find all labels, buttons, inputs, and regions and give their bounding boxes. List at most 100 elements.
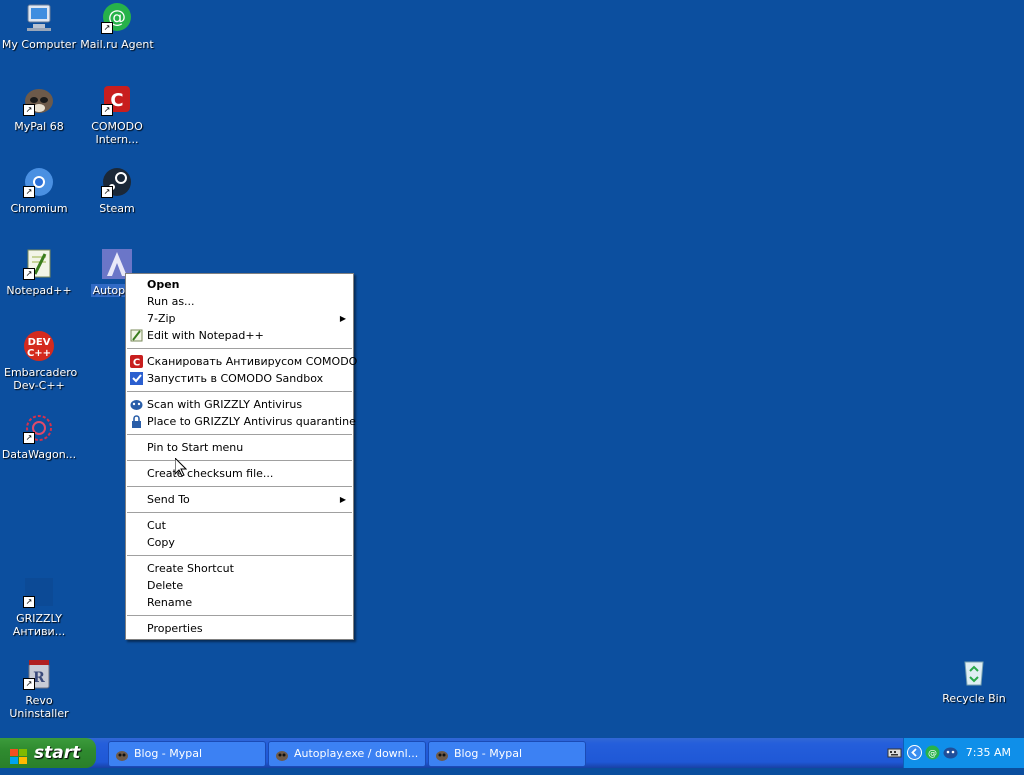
desktop-icon-devcpp[interactable]: DEV C++ Embarcadero Dev-C++ [0,330,78,392]
desktop-icon-label: Embarcadero Dev-C++ [4,366,78,392]
desktop-icon-notepadpp[interactable]: ↗ Notepad++ [0,248,78,297]
desktop-icon-steam[interactable]: ↗ Steam [78,166,156,215]
shortcut-arrow-icon: ↗ [23,596,35,608]
menu-item-scan-grizzly[interactable]: Scan with GRIZZLY Antivirus [126,396,353,413]
shortcut-arrow-icon: ↗ [23,268,35,280]
menu-item-send-to[interactable]: Send To ▶ [126,491,353,508]
submenu-arrow-icon: ▶ [339,495,346,504]
desktop-icon-label: Revo Uninstaller [9,694,69,720]
lock-icon [130,415,143,428]
revo-icon: R ↗ [23,658,55,690]
desktop-icon-grizzly[interactable]: ↗ GRIZZLY Антиви... [0,576,78,638]
system-tray: @ 7:35 AM [903,738,1024,768]
notepadpp-icon [130,329,143,342]
menu-item-copy[interactable]: Copy [126,534,353,551]
desktop-icon-label: My Computer [1,38,77,51]
desktop-icon-datawagon[interactable]: ↗ DataWagon... [0,412,78,461]
grizzly-tray-icon[interactable] [943,745,958,760]
menu-item-rename[interactable]: Rename [126,594,353,611]
desktop-icon-revo[interactable]: R ↗ Revo Uninstaller [0,658,78,720]
notepadpp-icon: ↗ [23,248,55,280]
menu-separator [127,460,352,461]
start-button[interactable]: start [0,738,96,768]
desktop-icon-recycle-bin[interactable]: Recycle Bin [935,656,1013,705]
menu-item-run-as[interactable]: Run as... [126,293,353,310]
desktop-icon-label: Recycle Bin [942,692,1006,705]
submenu-arrow-icon: ▶ [339,314,346,323]
comodo-icon: C [130,355,143,369]
desktop-icon-label: COMODO Intern... [91,120,143,146]
taskbar: start Blog - Mypal Autoplay.exe / downl.… [0,738,1024,768]
shortcut-arrow-icon: ↗ [23,678,35,690]
menu-item-open[interactable]: Open [126,276,353,293]
shortcut-arrow-icon: ↗ [101,186,113,198]
svg-text:C++: C++ [27,348,51,359]
desktop-icon-comodo[interactable]: C ↗ COMODO Intern... [78,84,156,146]
desktop: My Computer @ ↗ Mail.ru Agent ↗ MyPal 68… [0,0,1024,738]
clock[interactable]: 7:35 AM [966,738,1011,768]
context-menu: Open Run as... 7-Zip ▶ Edit with Notepad+… [125,273,357,640]
desktop-icon-label: Mail.ru Agent [80,38,154,51]
menu-separator [127,434,352,435]
mypal-icon [275,747,289,761]
menu-item-cut[interactable]: Cut [126,517,353,534]
menu-separator [127,512,352,513]
mypal-icon [115,747,129,761]
menu-item-scan-comodo[interactable]: C Сканировать Антивирусом COMODO [126,353,357,370]
menu-item-delete[interactable]: Delete [126,577,353,594]
my-computer-icon [23,2,55,34]
desktop-icon-mailru-agent[interactable]: @ ↗ Mail.ru Agent [78,2,156,51]
svg-text:C: C [133,358,140,369]
desktop-icon-label: Chromium [10,202,68,215]
grizzly-icon [130,398,143,411]
menu-item-7zip[interactable]: 7-Zip ▶ [126,310,353,327]
menu-separator [127,486,352,487]
mailru-agent-icon: @ ↗ [101,2,133,34]
datawagon-icon: ↗ [23,412,55,444]
menu-separator [127,348,352,349]
desktop-icon-label: Steam [99,202,135,215]
sandbox-icon [130,372,143,385]
devcpp-icon: DEV C++ [23,330,55,362]
desktop-icon-label: DataWagon... [1,448,77,461]
menu-separator [127,391,352,392]
menu-item-edit-notepadpp[interactable]: Edit with Notepad++ [126,327,353,344]
steam-icon: ↗ [101,166,133,198]
start-label: start [34,743,81,763]
recycle-bin-icon [958,656,990,688]
desktop-icon-mypal[interactable]: ↗ MyPal 68 [0,84,78,133]
desktop-icon-label: GRIZZLY Антиви... [12,612,66,638]
taskbar-button-blog-mypal-2[interactable]: Blog - Mypal [428,741,586,767]
menu-item-comodo-sandbox[interactable]: Запустить в COMODO Sandbox [126,370,353,387]
shortcut-arrow-icon: ↗ [101,104,113,116]
mypal-icon: ↗ [23,84,55,116]
menu-item-create-shortcut[interactable]: Create Shortcut [126,560,353,577]
windows-logo-icon [10,745,28,764]
taskbar-button-autoplay-download[interactable]: Autoplay.exe / downl... [268,741,426,767]
menu-item-pin-start[interactable]: Pin to Start menu [126,439,353,456]
menu-separator [127,555,352,556]
keyboard-icon[interactable] [887,745,902,760]
svg-text:DEV: DEV [28,337,51,348]
menu-separator [127,615,352,616]
shortcut-arrow-icon: ↗ [23,104,35,116]
desktop-icon-chromium[interactable]: ↗ Chromium [0,166,78,215]
comodo-icon: C ↗ [101,84,133,116]
shortcut-arrow-icon: ↗ [23,432,35,444]
menu-item-properties[interactable]: Properties [126,620,353,637]
taskbar-button-blog-mypal[interactable]: Blog - Mypal [108,741,266,767]
chevron-left-icon[interactable] [907,745,922,760]
mouse-cursor-icon [174,456,188,477]
chromium-icon: ↗ [23,166,55,198]
menu-item-grizzly-quarantine[interactable]: Place to GRIZZLY Antivirus quarantine [126,413,356,430]
mypal-icon [435,747,449,761]
desktop-icon-label: MyPal 68 [14,120,64,133]
grizzly-icon: ↗ [23,576,55,608]
menu-item-create-checksum[interactable]: Create checksum file... [126,465,353,482]
svg-text:@: @ [928,749,937,759]
mailru-agent-icon[interactable]: @ [925,745,940,760]
shortcut-arrow-icon: ↗ [23,186,35,198]
desktop-icon-my-computer[interactable]: My Computer [0,2,78,51]
desktop-icon-label: Notepad++ [6,284,72,297]
shortcut-arrow-icon: ↗ [101,22,113,34]
